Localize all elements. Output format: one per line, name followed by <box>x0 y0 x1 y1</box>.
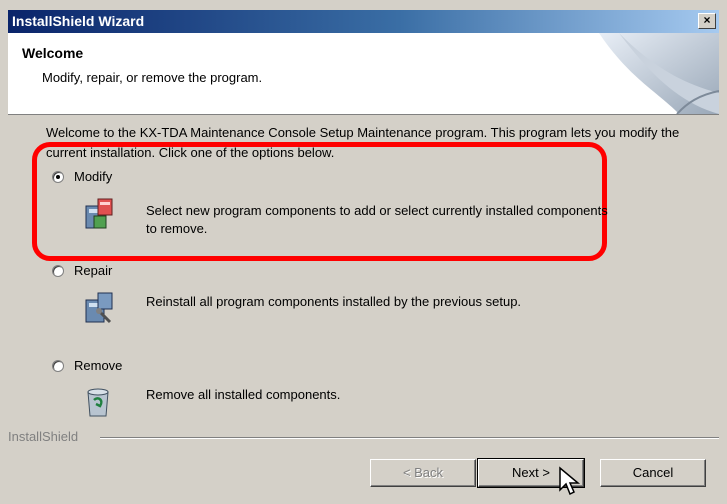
remove-description: Remove all installed components. <box>146 387 341 402</box>
page-title: Welcome <box>22 45 84 61</box>
window-title: InstallShield Wizard <box>12 13 145 29</box>
page-subtitle: Modify, repair, or remove the program. <box>42 70 263 85</box>
installshield-dialog: InstallShield Wizard × Welcome Modify, r… <box>0 0 727 504</box>
repair-radio[interactable] <box>52 264 64 277</box>
modify-radio[interactable] <box>52 170 64 183</box>
repair-icon <box>85 292 113 324</box>
remove-label: Remove <box>74 358 123 373</box>
mouse-pointer-icon <box>559 466 581 496</box>
remove-icon <box>87 388 109 417</box>
modify-icon <box>85 198 113 229</box>
modify-label: Modify <box>74 169 113 184</box>
installshield-brand-label: InstallShield <box>8 429 83 444</box>
header-banner-graphic <box>599 33 719 114</box>
footer-divider <box>100 437 719 439</box>
repair-option[interactable]: Repair <box>52 263 112 278</box>
modify-description: Select new program components to add or … <box>146 203 608 236</box>
close-button[interactable]: × <box>698 13 716 29</box>
repair-label: Repair <box>74 263 113 278</box>
remove-radio[interactable] <box>52 359 64 372</box>
back-button[interactable]: < Back <box>370 459 476 487</box>
title-bar[interactable]: InstallShield Wizard × <box>8 10 719 33</box>
header-panel: Welcome Modify, repair, or remove the pr… <box>8 33 719 115</box>
modify-option[interactable]: Modify <box>52 169 112 184</box>
remove-option[interactable]: Remove <box>52 358 122 373</box>
cancel-button[interactable]: Cancel <box>600 459 706 487</box>
repair-description: Reinstall all program components install… <box>146 294 522 309</box>
